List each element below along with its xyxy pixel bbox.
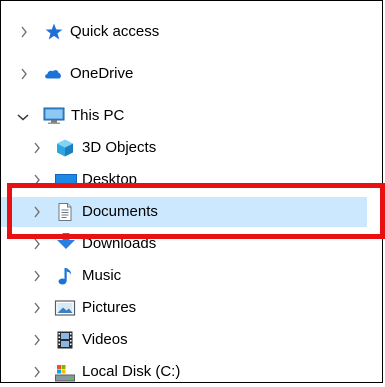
nav-item-3d-objects[interactable]: 3D Objects: [1, 133, 367, 163]
chevron-down-icon[interactable]: [17, 111, 29, 123]
monitor-icon: [42, 106, 66, 126]
nav-item-documents[interactable]: Documents: [1, 197, 367, 227]
pin-star-icon: [44, 22, 64, 42]
nav-item-label: Pictures: [82, 299, 137, 316]
nav-item-local-disk-c[interactable]: Local Disk (C:): [1, 357, 367, 387]
nav-item-pictures[interactable]: Pictures: [1, 293, 367, 323]
nav-item-label: Documents: [82, 203, 158, 220]
nav-item-downloads[interactable]: Downloads: [1, 229, 367, 259]
chevron-right-icon[interactable]: [31, 366, 43, 378]
document-icon: [55, 202, 75, 222]
nav-item-desktop[interactable]: Desktop: [1, 165, 367, 195]
chevron-right-icon[interactable]: [18, 26, 30, 38]
chevron-right-icon[interactable]: [31, 238, 43, 250]
nav-item-label: Local Disk (C:): [82, 363, 181, 380]
chevron-right-icon[interactable]: [31, 270, 43, 282]
chevron-right-icon[interactable]: [31, 142, 43, 154]
chevron-right-icon[interactable]: [31, 334, 43, 346]
nav-item-label: Music: [82, 267, 122, 284]
nav-item-videos[interactable]: Videos: [1, 325, 367, 355]
nav-item-label: Desktop: [82, 171, 138, 188]
nav-item-label: OneDrive: [70, 65, 134, 82]
navigation-pane: Quick access OneDrive This PC 3D Objects…: [0, 0, 385, 385]
chevron-right-icon[interactable]: [31, 174, 43, 186]
picture-icon: [54, 298, 76, 318]
drive-icon: [54, 363, 76, 383]
nav-item-this-pc[interactable]: This PC: [1, 101, 367, 131]
nav-item-label: Videos: [82, 331, 128, 348]
nav-item-music[interactable]: Music: [1, 261, 367, 291]
nav-item-label: 3D Objects: [82, 139, 157, 156]
film-icon: [55, 330, 75, 350]
chevron-right-icon[interactable]: [31, 302, 43, 314]
chevron-right-icon[interactable]: [18, 68, 30, 80]
nav-item-label: Quick access: [70, 23, 160, 40]
download-arrow-icon: [54, 232, 78, 252]
nav-item-label: Downloads: [82, 235, 157, 252]
nav-item-onedrive[interactable]: OneDrive: [1, 59, 367, 89]
cloud-icon: [43, 64, 63, 84]
nav-item-quick-access[interactable]: Quick access: [1, 17, 367, 47]
cube-icon: [55, 138, 75, 158]
desktop-icon: [54, 171, 78, 191]
music-note-icon: [55, 266, 75, 286]
chevron-right-icon[interactable]: [31, 206, 43, 218]
nav-item-label: This PC: [71, 107, 125, 124]
